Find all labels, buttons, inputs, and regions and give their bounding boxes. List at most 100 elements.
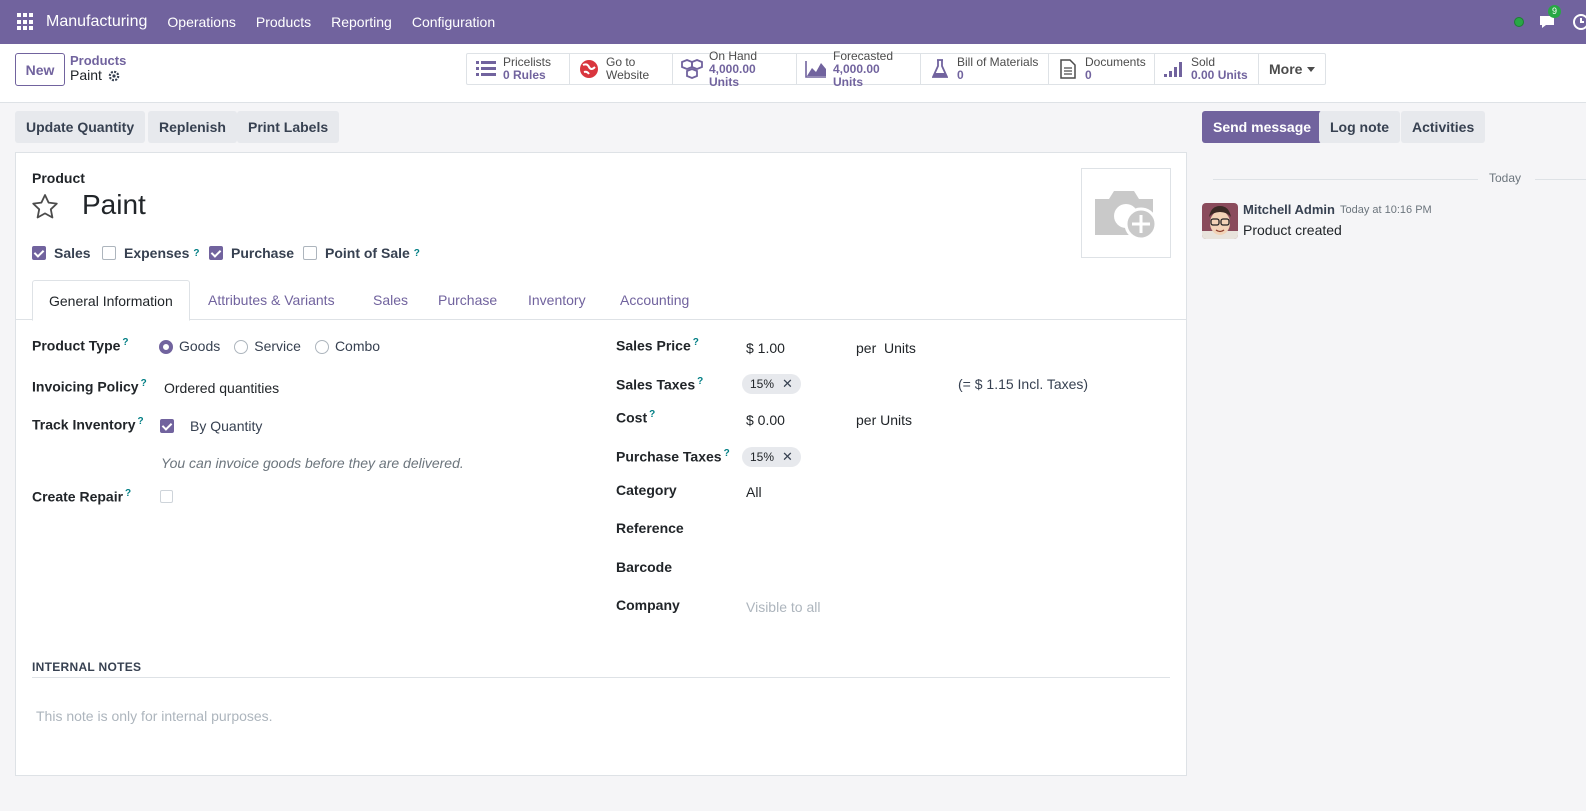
track-inventory-mode-select[interactable]: By Quantity: [190, 418, 262, 434]
remove-tag-icon[interactable]: ✕: [782, 449, 793, 465]
pricelists-smart-button[interactable]: Pricelists 0 Rules: [467, 54, 570, 84]
tab-attributes-variants[interactable]: Attributes & Variants: [192, 280, 351, 320]
forecasted-smart-button[interactable]: Forecasted 4,000.00 Units: [797, 49, 921, 88]
category-select[interactable]: All: [746, 484, 762, 500]
notes-divider: [32, 677, 1170, 678]
radio-service-label: Service: [254, 338, 301, 354]
area-chart-icon: [805, 58, 827, 80]
sales-tax-tag[interactable]: 15% ✕: [742, 374, 801, 394]
product-type-radio-group: Goods Service Combo: [159, 338, 380, 355]
chatter-date-label: Today: [1489, 171, 1522, 185]
sold-smart-button[interactable]: Sold 0.00 Units: [1155, 54, 1259, 84]
app-brand[interactable]: Manufacturing: [46, 13, 147, 31]
help-icon[interactable]: ?: [122, 337, 128, 348]
track-inventory-label: Track Inventory?: [32, 416, 144, 433]
flask-icon: [929, 58, 951, 80]
invoicing-policy-select[interactable]: Ordered quantities: [164, 380, 279, 396]
radio-service[interactable]: Service: [234, 338, 301, 355]
update-quantity-button[interactable]: Update Quantity: [15, 111, 146, 143]
replenish-button[interactable]: Replenish: [148, 111, 237, 143]
tab-accounting[interactable]: Accounting: [604, 280, 705, 320]
more-button[interactable]: More: [1259, 54, 1325, 84]
expenses-checkbox-label: Expenses: [124, 245, 190, 261]
menu-reporting[interactable]: Reporting: [321, 14, 402, 30]
sales-price-label: Sales Price?: [616, 337, 699, 354]
avatar[interactable]: [1202, 203, 1238, 239]
remove-tag-icon[interactable]: ✕: [782, 376, 793, 392]
breadcrumb-products[interactable]: Products: [70, 53, 126, 68]
sales-checkbox-row[interactable]: Sales: [32, 245, 91, 261]
on-hand-smart-button[interactable]: On Hand 4,000.00 Units: [673, 49, 797, 88]
help-icon[interactable]: ?: [693, 337, 699, 348]
message-author[interactable]: Mitchell Admin: [1243, 202, 1335, 217]
message-timestamp: Today at 10:16 PM: [1340, 204, 1432, 216]
help-icon[interactable]: ?: [138, 416, 144, 427]
pos-checkbox-row[interactable]: Point of Sale?: [303, 245, 420, 261]
create-repair-checkbox[interactable]: [160, 490, 173, 503]
chat-count-badge: 9: [1548, 5, 1562, 18]
help-icon[interactable]: ?: [697, 376, 703, 387]
cost-label-text: Cost: [616, 409, 648, 426]
on-hand-value: 4,000.00 Units: [709, 61, 756, 89]
send-message-button[interactable]: Send message: [1202, 111, 1323, 143]
log-note-button[interactable]: Log note: [1319, 111, 1401, 143]
radio-combo[interactable]: Combo: [314, 338, 380, 355]
apps-menu-icon[interactable]: [17, 13, 35, 31]
bom-value: 0: [957, 68, 964, 82]
radio-goods[interactable]: Goods: [159, 338, 220, 355]
documents-smart-button[interactable]: Documents 0: [1049, 54, 1155, 84]
camera-add-icon: [1095, 191, 1158, 241]
tab-inventory[interactable]: Inventory: [512, 280, 602, 320]
help-icon[interactable]: ?: [125, 488, 131, 499]
presence-status-icon: [1514, 17, 1524, 27]
activity-clock-icon[interactable]: [1572, 13, 1586, 31]
expenses-checkbox[interactable]: [102, 246, 116, 260]
bom-smart-button[interactable]: Bill of Materials 0: [921, 54, 1049, 84]
barcode-input[interactable]: [746, 559, 1166, 579]
print-labels-button[interactable]: Print Labels: [237, 111, 340, 143]
sales-price-input[interactable]: $ 1.00: [746, 340, 785, 356]
tab-sales[interactable]: Sales: [357, 280, 424, 320]
gear-icon[interactable]: [108, 70, 120, 82]
help-icon[interactable]: ?: [141, 378, 147, 389]
pos-checkbox[interactable]: [303, 246, 317, 260]
help-icon[interactable]: ?: [193, 248, 199, 259]
go-to-website-smart-button[interactable]: Go to Website: [570, 54, 673, 84]
menu-configuration[interactable]: Configuration: [402, 14, 505, 30]
purchase-tax-tag[interactable]: 15% ✕: [742, 447, 801, 467]
expenses-checkbox-row[interactable]: Expenses?: [102, 245, 199, 261]
product-name-field[interactable]: Paint: [82, 189, 146, 221]
purchase-checkbox-label: Purchase: [231, 245, 295, 261]
favorite-star-icon[interactable]: [31, 193, 59, 221]
menu-operations[interactable]: Operations: [157, 14, 245, 30]
help-icon[interactable]: ?: [649, 409, 655, 420]
menu-products[interactable]: Products: [246, 14, 321, 30]
purchase-checkbox[interactable]: [209, 246, 223, 260]
help-icon[interactable]: ?: [724, 448, 730, 459]
cubes-icon: [681, 58, 703, 80]
sales-checkbox[interactable]: [32, 246, 46, 260]
help-icon[interactable]: ?: [414, 248, 420, 259]
internal-notes-editor[interactable]: This note is only for internal purposes.: [36, 708, 273, 724]
tab-purchase[interactable]: Purchase: [422, 280, 513, 320]
pricelists-value: 0 Rules: [503, 68, 546, 82]
product-label: Product: [32, 170, 85, 186]
sales-price-uom: per Units: [856, 340, 916, 356]
create-repair-label-text: Create Repair: [32, 488, 124, 505]
new-button[interactable]: New: [15, 53, 65, 86]
product-type-label-text: Product Type: [32, 337, 121, 354]
signal-icon: [1163, 58, 1185, 80]
invoicing-policy-label: Invoicing Policy?: [32, 378, 147, 395]
purchase-taxes-label-text: Purchase Taxes: [616, 448, 722, 465]
cost-input[interactable]: $ 0.00: [746, 412, 785, 428]
purchase-checkbox-row[interactable]: Purchase: [209, 245, 294, 261]
chat-icon[interactable]: 9: [1538, 5, 1562, 30]
reference-input[interactable]: [746, 520, 1166, 540]
company-select[interactable]: Visible to all: [746, 599, 820, 615]
activities-button[interactable]: Activities: [1401, 111, 1486, 143]
globe-icon: [578, 58, 600, 80]
tab-general-information[interactable]: General Information: [32, 280, 190, 321]
product-image-placeholder[interactable]: [1081, 168, 1171, 258]
control-panel: New Products Paint Pricelists 0 Rules Go …: [0, 44, 1586, 103]
track-inventory-checkbox[interactable]: [160, 419, 174, 433]
